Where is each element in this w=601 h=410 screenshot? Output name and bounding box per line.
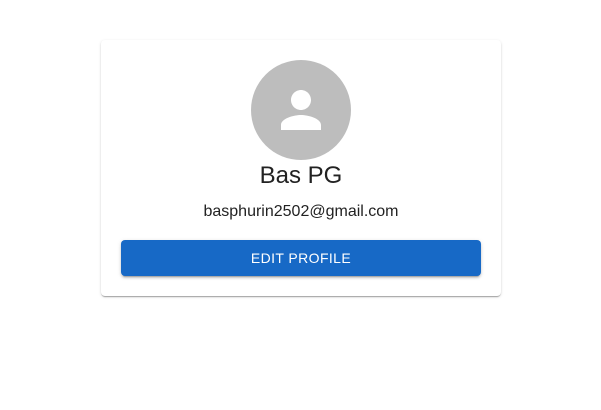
avatar (251, 60, 351, 160)
profile-name: Bas PG (259, 162, 343, 189)
edit-profile-button[interactable]: EDIT PROFILE (121, 240, 481, 276)
profile-email: basphurin2502@gmail.com (203, 203, 399, 220)
profile-card: Bas PG basphurin2502@gmail.com EDIT PROF… (101, 40, 501, 296)
person-icon (281, 90, 321, 130)
